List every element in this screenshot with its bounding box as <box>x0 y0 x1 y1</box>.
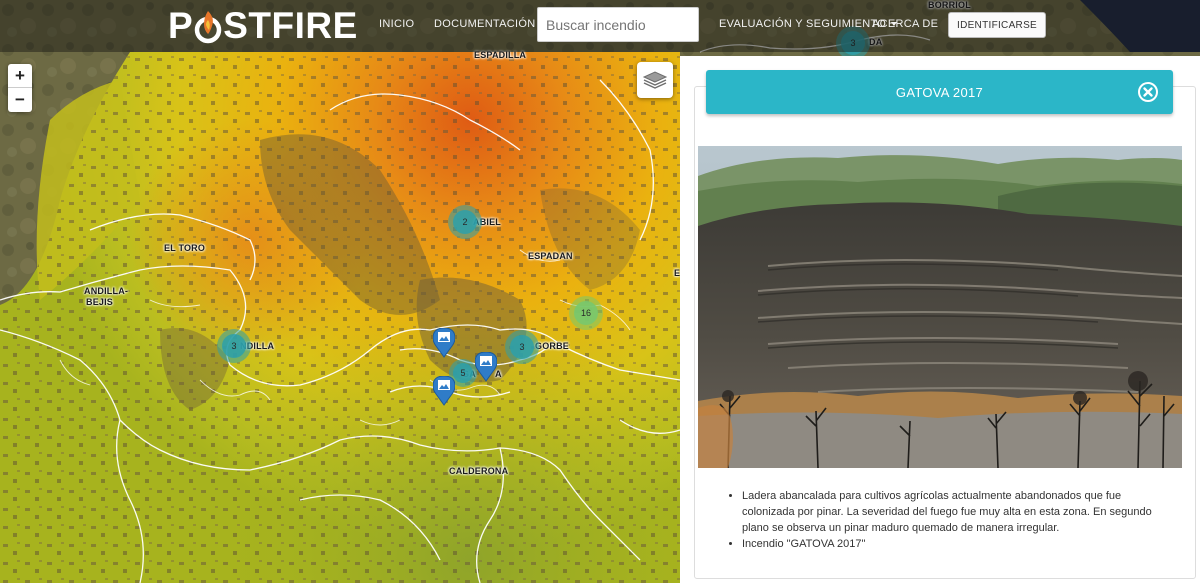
cluster-count: 3 <box>510 335 534 359</box>
cluster-count: 16 <box>574 301 598 325</box>
fire-photo[interactable] <box>698 146 1182 468</box>
place-label-espadan: ESPADAN <box>528 251 573 261</box>
cluster-count: 2 <box>453 210 477 234</box>
place-label-calderona: CALDERONA <box>449 466 509 476</box>
layers-button[interactable] <box>637 62 673 98</box>
zoom-in-button[interactable]: + <box>8 64 32 88</box>
list-item: Incendio "GATOVA 2017" <box>742 536 1175 552</box>
logo-text-end: STFIRE <box>223 5 358 46</box>
nav-acerca-label: ACERCA DE <box>872 18 939 30</box>
fire-title: GATOVA 2017 <box>895 84 984 100</box>
cluster-count: 5 <box>453 363 473 383</box>
login-button[interactable]: IDENTIFICARSE <box>948 12 1046 38</box>
nav-documentacion[interactable]: DOCUMENTACIÓN <box>434 18 547 30</box>
close-icon[interactable] <box>1137 81 1159 103</box>
flame-icon <box>193 8 223 45</box>
place-label-andilla-bejis-2: BEJIS <box>86 297 114 307</box>
place-label-andilla-bejis-1: ANDILLA- <box>84 286 129 296</box>
zoom-control: + − <box>8 64 32 112</box>
panel-header: GATOVA 2017 <box>706 70 1173 114</box>
place-label-el-toro: EL TORO <box>164 243 206 253</box>
cluster-count: 3 <box>222 334 246 358</box>
nav-acerca-de[interactable]: ACERCA DE <box>872 18 938 30</box>
place-label-gorbe: GORBE <box>535 341 570 351</box>
list-item: Ladera abancalada para cultivos agrícola… <box>742 488 1175 536</box>
layers-icon <box>642 71 668 89</box>
search-fire-input[interactable] <box>537 7 699 42</box>
nav-evaluacion-label: EVALUACIÓN Y SEGUIMIENTO <box>719 18 887 30</box>
nav-inicio[interactable]: INICIO <box>379 18 414 30</box>
fire-cluster-marker[interactable]: 3 <box>217 329 251 363</box>
top-navbar: P STFIRE INICIO DOCUMENTACIÓN EVALUACIÓN… <box>0 0 1200 52</box>
logo-text-start: P <box>168 5 194 46</box>
photo-marker-icon[interactable] <box>433 376 455 406</box>
fire-cluster-marker[interactable]: 2 <box>448 205 482 239</box>
fire-description-list: Ladera abancalada para cultivos agrícola… <box>720 488 1175 552</box>
zoom-out-button[interactable]: − <box>8 88 32 112</box>
fire-cluster-marker[interactable]: 3 <box>505 330 539 364</box>
photo-marker-icon[interactable] <box>475 352 497 382</box>
fire-cluster-marker[interactable]: 16 <box>569 296 603 330</box>
nav-documentacion-label: DOCUMENTACIÓN <box>434 18 536 30</box>
fire-detail-panel: GATOVA 2017 • Ladera abancalada para cul… <box>680 56 1200 583</box>
photo-marker-icon[interactable] <box>433 328 455 358</box>
postfire-logo[interactable]: P STFIRE <box>168 4 358 48</box>
nav-evaluacion-seguimiento[interactable]: EVALUACIÓN Y SEGUIMIENTO <box>719 18 898 30</box>
nav-inicio-label: INICIO <box>379 18 415 30</box>
